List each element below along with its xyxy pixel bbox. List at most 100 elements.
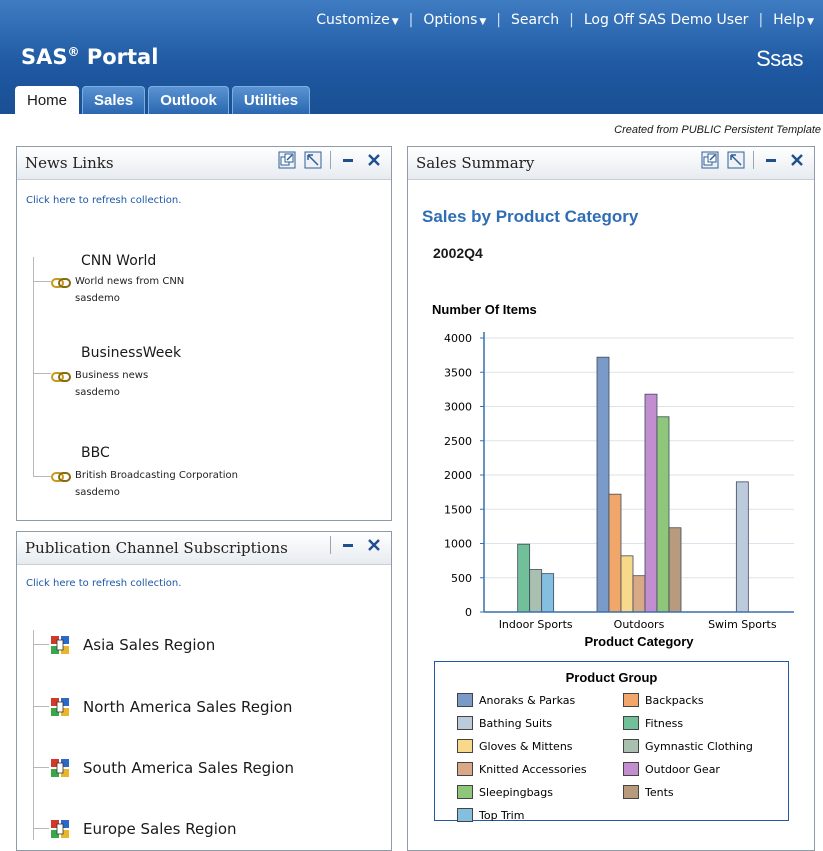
legend-label: Outdoor Gear (645, 762, 720, 776)
legend-item: Gymnastic Clothing (623, 739, 753, 753)
template-note: Created from PUBLIC Persistent Template (614, 124, 821, 136)
tab-sales[interactable]: Sales (82, 86, 146, 114)
edit-icon[interactable] (304, 151, 322, 169)
portlet-title: News Links (25, 154, 114, 172)
refresh-collection-link[interactable]: Click here to refresh collection. (26, 195, 181, 206)
customize-menu[interactable]: Customize ▼ (313, 12, 401, 28)
bar-backpacks (608, 493, 622, 613)
bar-knitted-accessories (632, 575, 646, 613)
y-tick-label: 2000 (444, 469, 472, 482)
y-tick-label: 0 (465, 606, 472, 619)
news-owner: sasdemo (75, 387, 120, 398)
legend-swatch (623, 716, 639, 730)
legend-swatch (623, 693, 639, 707)
refresh-collection-link[interactable]: Click here to refresh collection. (26, 578, 181, 589)
y-tick-label: 3000 (444, 401, 472, 414)
y-axis-label: Number Of Items (432, 302, 537, 317)
bar-chart: Number Of Items 0 500 1000 1500 2000 2500 3000 3… (432, 302, 794, 649)
tree-vertical-line (33, 257, 34, 477)
news-title-link[interactable]: BusinessWeek (81, 345, 181, 361)
channel-link[interactable]: North America Sales Region (83, 698, 292, 716)
top-navigation: Customize ▼ | Options ▼ | Search | Log Off… (313, 10, 817, 30)
channel-icon (50, 819, 70, 843)
tree-branch (33, 644, 49, 645)
close-icon[interactable] (365, 151, 383, 169)
legend-label: Bathing Suits (479, 716, 553, 730)
news-title-link[interactable]: BBC (81, 445, 110, 461)
channel-icon (50, 758, 70, 782)
nav-separator: | (758, 12, 764, 28)
legend-item: Anoraks & Parkas (457, 693, 575, 707)
legend-label: Fitness (645, 716, 684, 730)
options-menu[interactable]: Options ▼ (420, 12, 489, 28)
control-separator (330, 536, 331, 554)
close-icon[interactable] (365, 536, 383, 554)
portal-header: Customize ▼ | Options ▼ | Search | Log Off… (0, 0, 823, 115)
sas-logo: Ssas (756, 46, 803, 72)
legend-item: Fitness (623, 716, 683, 730)
legend-label: Top Trim (479, 808, 525, 822)
tree-branch (33, 828, 49, 829)
help-menu[interactable]: Help ▼ (770, 12, 817, 28)
legend-item: Tents (623, 785, 674, 799)
legend-swatch (457, 716, 473, 730)
news-description: British Broadcasting Corporation (75, 470, 238, 481)
log-off-link[interactable]: Log Off SAS Demo User (581, 12, 752, 28)
tree-branch (33, 281, 51, 282)
minimize-icon[interactable] (339, 151, 357, 169)
nav-separator: | (408, 12, 414, 28)
legend-swatch (457, 693, 473, 707)
tree-branch (33, 476, 51, 477)
search-link[interactable]: Search (508, 12, 562, 28)
channel-link[interactable]: South America Sales Region (83, 759, 294, 777)
sas-logo-text: Ssas (756, 46, 803, 71)
portlet-controls (278, 151, 383, 169)
bar-outdoor-gear (644, 393, 658, 613)
legend-label: Tents (645, 785, 674, 799)
bar-top-trim (541, 573, 555, 613)
y-tick-label: 500 (451, 572, 472, 585)
tab-home[interactable]: Home (15, 86, 80, 115)
tree-branch (33, 373, 51, 374)
legend-item: Knitted Accessories (457, 762, 587, 776)
channel-link[interactable]: Europe Sales Region (83, 820, 237, 838)
y-tick-label: 3500 (444, 366, 472, 379)
legend-swatch (457, 762, 473, 776)
link-icon (51, 367, 71, 386)
tab-bar: Home Sales Outlook Utilities (15, 86, 311, 115)
nav-separator: | (569, 12, 574, 28)
y-tick-label: 1000 (444, 538, 472, 551)
legend-item: Sleepingbags (457, 785, 553, 799)
portlet-header: Publication Channel Subscriptions (17, 532, 391, 565)
x-tick-label: Outdoors (614, 618, 665, 631)
news-links-portlet: News Links Click here to refresh collect… (16, 146, 392, 521)
control-separator (330, 151, 331, 169)
portlet-header: News Links (17, 147, 391, 180)
minimize-icon[interactable] (339, 536, 357, 554)
bar-gymnastic-clothing (529, 569, 543, 613)
legend-label: Knitted Accessories (479, 762, 587, 776)
news-owner: sasdemo (75, 293, 120, 304)
portlet-controls (330, 536, 383, 554)
tree-vertical-line (33, 630, 34, 840)
channel-icon (50, 635, 70, 659)
popout-icon[interactable] (278, 151, 296, 169)
caret-down-icon: ▼ (391, 17, 399, 27)
x-tick-label: Swim Sports (708, 618, 777, 631)
legend-label: Sleepingbags (479, 785, 554, 799)
legend-label: Anoraks & Parkas (479, 693, 576, 707)
legend-swatch (457, 785, 473, 799)
legend-swatch (457, 808, 473, 822)
legend-item: Outdoor Gear (623, 762, 720, 776)
legend-swatch (623, 785, 639, 799)
registered-mark: ® (67, 45, 80, 59)
tab-outlook[interactable]: Outlook (148, 86, 229, 114)
legend-item: Bathing Suits (457, 716, 552, 730)
customize-label: Customize (316, 12, 390, 28)
channel-link[interactable]: Asia Sales Region (83, 636, 215, 654)
x-tick-label: Indoor Sports (499, 618, 573, 631)
bar-tents (668, 527, 682, 613)
news-title-link[interactable]: CNN World (81, 253, 156, 269)
tab-utilities[interactable]: Utilities (231, 86, 311, 114)
bar-fitness (517, 543, 531, 613)
